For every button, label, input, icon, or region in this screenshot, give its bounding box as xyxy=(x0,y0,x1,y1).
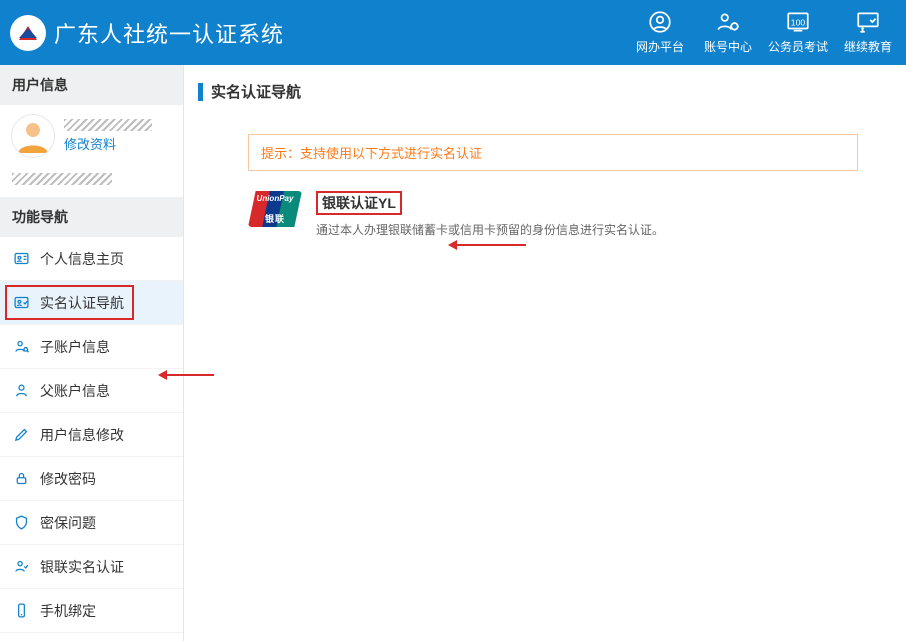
nav-item-exam[interactable]: 100 公务员考试 xyxy=(768,10,828,55)
auth-option-title: 银联认证YL xyxy=(316,191,402,215)
menu-item-phone-bind[interactable]: 手机绑定 xyxy=(0,589,183,633)
svg-text:100: 100 xyxy=(791,17,806,27)
nav-label: 网办平台 xyxy=(636,38,684,55)
user-search-icon xyxy=(12,338,30,355)
user-block: 修改资料 xyxy=(0,105,183,167)
verified-id-icon xyxy=(12,294,30,311)
menu-label: 父账户信息 xyxy=(40,381,110,401)
app-logo-icon xyxy=(10,15,46,51)
menu-item-parent-account[interactable]: 父账户信息 xyxy=(0,369,183,413)
unionpay-logo-icon: UnionPay 银联 xyxy=(248,191,302,227)
menu-label: 修改密码 xyxy=(40,469,96,489)
pencil-icon xyxy=(12,426,30,443)
main-layout: 用户信息 修改资料 功能导航 个人信息主页 xyxy=(0,65,906,641)
shield-icon xyxy=(12,514,30,531)
menu-item-profile-home[interactable]: 个人信息主页 xyxy=(0,237,183,281)
nav-label: 继续教育 xyxy=(844,38,892,55)
menu-item-security-question[interactable]: 密保问题 xyxy=(0,501,183,545)
account-gear-icon xyxy=(714,10,742,34)
edit-profile-link[interactable]: 修改资料 xyxy=(64,134,152,153)
nav-item-education[interactable]: 继续教育 xyxy=(840,10,896,55)
menu-label: 用户信息修改 xyxy=(40,425,124,445)
masked-secondary xyxy=(12,173,112,185)
tip-box: 提示：支持使用以下方式进行实名认证 xyxy=(248,134,858,171)
heading-accent-bar xyxy=(198,83,203,101)
user-icon xyxy=(12,382,30,399)
menu-label: 子账户信息 xyxy=(40,337,110,357)
menu-label: 实名认证导航 xyxy=(40,293,124,313)
sidebar: 用户信息 修改资料 功能导航 个人信息主页 xyxy=(0,65,184,641)
nav-item-wangban[interactable]: 网办平台 xyxy=(632,10,688,55)
phone-icon xyxy=(12,602,30,619)
menu-label: 个人信息主页 xyxy=(40,249,124,269)
menu-item-unionpay-auth[interactable]: 银联实名认证 xyxy=(0,545,183,589)
content-title: 实名认证导航 xyxy=(211,81,301,102)
unionpay-logo-text-en: UnionPay xyxy=(248,194,302,203)
header-nav: 网办平台 账号中心 100 公务员考试 继续教育 xyxy=(632,10,896,55)
auth-option-unionpay[interactable]: UnionPay 银联 银联认证YL 通过本人办理银联储蓄卡或信用卡预留的身份信… xyxy=(248,191,886,238)
menu-label: 银联实名认证 xyxy=(40,557,124,577)
menu-label: 手机绑定 xyxy=(40,601,96,621)
menu-item-realname-auth-nav[interactable]: 实名认证导航 xyxy=(0,281,183,325)
menu-list: 个人信息主页 实名认证导航 子账户信息 父账户信息 xyxy=(0,237,183,633)
teaching-board-icon xyxy=(854,10,882,34)
id-card-icon xyxy=(12,250,30,267)
header-left: 广东人社统一认证系统 xyxy=(10,15,284,51)
lock-icon xyxy=(12,470,30,487)
func-section-title: 功能导航 xyxy=(0,197,183,237)
menu-label: 密保问题 xyxy=(40,513,96,533)
auth-info: 银联认证YL 通过本人办理银联储蓄卡或信用卡预留的身份信息进行实名认证。 xyxy=(316,191,664,238)
nav-label: 账号中心 xyxy=(704,38,752,55)
nav-item-account[interactable]: 账号中心 xyxy=(700,10,756,55)
user-section-title: 用户信息 xyxy=(0,65,183,105)
nav-label: 公务员考试 xyxy=(768,38,828,55)
exam-score-icon: 100 xyxy=(784,10,812,34)
app-title: 广东人社统一认证系统 xyxy=(54,17,284,49)
auth-option-desc: 通过本人办理银联储蓄卡或信用卡预留的身份信息进行实名认证。 xyxy=(316,221,664,238)
unionpay-logo-text-cn: 银联 xyxy=(248,212,302,225)
menu-item-change-password[interactable]: 修改密码 xyxy=(0,457,183,501)
user-right: 修改资料 xyxy=(64,119,152,153)
app-header: 广东人社统一认证系统 网办平台 账号中心 100 xyxy=(0,0,906,65)
globe-user-icon xyxy=(646,10,674,34)
menu-item-edit-user-info[interactable]: 用户信息修改 xyxy=(0,413,183,457)
section-heading: 实名认证导航 xyxy=(198,81,886,110)
user-check-icon xyxy=(12,558,30,575)
avatar-icon xyxy=(12,115,54,157)
menu-item-sub-account[interactable]: 子账户信息 xyxy=(0,325,183,369)
masked-name xyxy=(64,119,152,131)
content-area: 实名认证导航 提示：支持使用以下方式进行实名认证 UnionPay 银联 银联认… xyxy=(184,65,906,641)
